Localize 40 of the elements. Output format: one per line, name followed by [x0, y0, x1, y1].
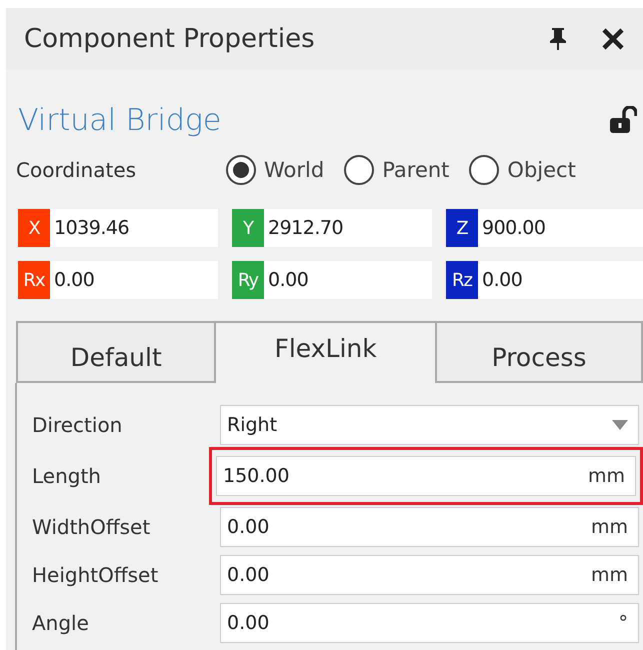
unlock-icon[interactable] [609, 106, 637, 134]
input-field[interactable]: 0.00 mm [220, 507, 639, 547]
coordinate-field[interactable]: Ry 0.00 [232, 261, 432, 299]
radio-option[interactable]: Parent [344, 155, 450, 185]
panel-title: Component Properties [24, 24, 316, 54]
coordinate-field[interactable]: Rz 0.00 [446, 261, 643, 299]
coordinate-field[interactable]: Y 2912.70 [232, 209, 432, 247]
tab[interactable]: Default [16, 321, 216, 383]
property-label: WidthOffset [32, 515, 152, 539]
close-icon [601, 27, 625, 51]
property-label: HeightOffset [32, 563, 160, 587]
axis-badge: Rx [18, 261, 50, 299]
axis-badge: Ry [232, 261, 264, 299]
property-label: Angle [32, 611, 90, 635]
caret-icon [612, 420, 628, 430]
dropdown[interactable]: Right [220, 405, 639, 445]
input-field[interactable]: 0.00 mm [220, 555, 639, 595]
tab[interactable]: Process [436, 321, 643, 383]
coordinate-field[interactable]: Z 900.00 [446, 209, 643, 247]
radio-option[interactable]: World [226, 155, 324, 185]
close-button[interactable] [601, 27, 625, 51]
radio-button[interactable] [344, 155, 374, 185]
coordinate-field[interactable]: Rx 0.00 [18, 261, 218, 299]
axis-badge: Rz [446, 261, 478, 299]
component-name: Virtual Bridge [18, 102, 222, 138]
pin-button[interactable] [547, 27, 569, 51]
coordinate-field[interactable]: X 1039.46 [18, 209, 218, 247]
radio-button[interactable] [469, 155, 500, 185]
property-label: Direction [32, 413, 124, 437]
axis-badge: X [18, 209, 50, 247]
coordinates-label: Coordinates [16, 158, 138, 182]
axis-badge: Y [232, 209, 264, 247]
property-label: Length [32, 464, 102, 488]
tab[interactable]: FlexLink [216, 321, 437, 383]
radio-option[interactable]: Object [469, 155, 576, 185]
radio-button[interactable] [226, 155, 256, 185]
input-field[interactable]: 0.00 ° [220, 603, 639, 643]
input-field[interactable]: 150.00 mm [216, 456, 636, 496]
pin-icon [547, 27, 569, 51]
axis-badge: Z [446, 209, 478, 247]
